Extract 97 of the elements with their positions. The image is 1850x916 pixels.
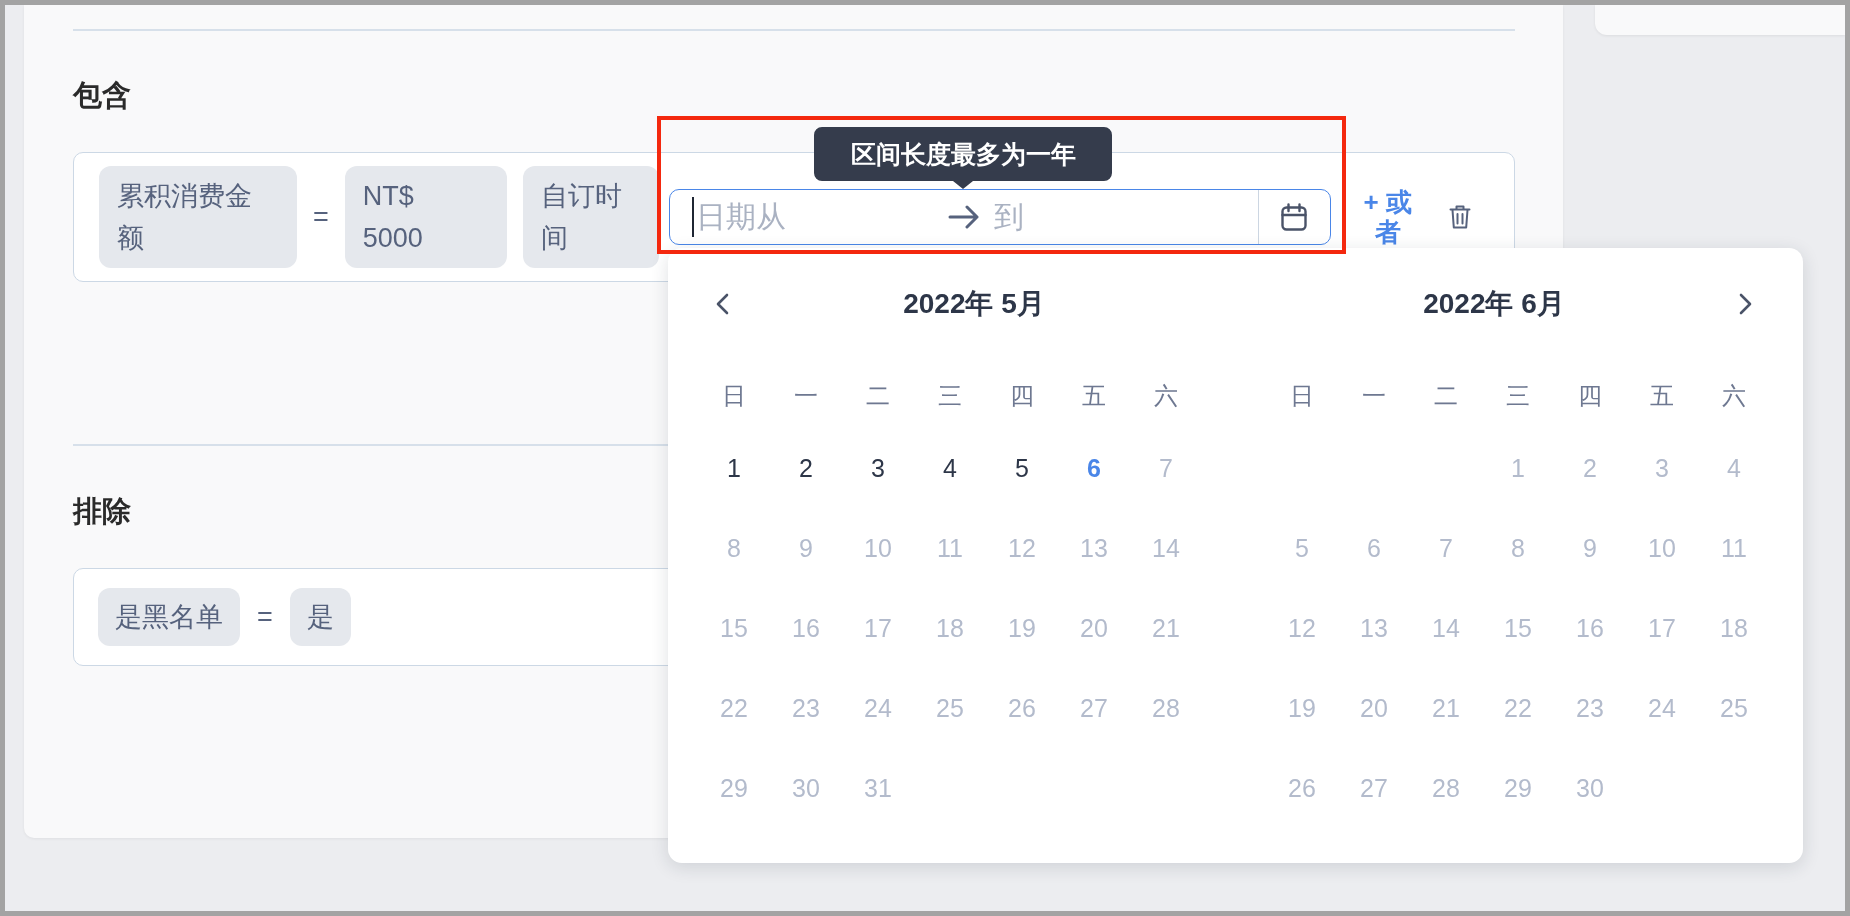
weekday-label: 二 <box>1434 381 1458 411</box>
calendar-day: 20 <box>1072 606 1116 650</box>
calendar-day: 21 <box>1424 686 1468 730</box>
chevron-right-icon[interactable] <box>1739 293 1753 315</box>
month-title: 2022年 6月 <box>1422 287 1566 321</box>
weekday-label: 五 <box>1650 381 1674 411</box>
calendar-day: 2 <box>1568 446 1612 490</box>
calendar-day: 30 <box>1568 766 1612 810</box>
calendar-day: 18 <box>1712 606 1756 650</box>
calendar-day: 18 <box>928 606 972 650</box>
condition-tag: 累积消费金额 <box>99 166 297 268</box>
calendar-day: 17 <box>1640 606 1684 650</box>
condition-tag: 自订时间 <box>522 166 659 268</box>
end-date-input[interactable]: 到 <box>993 197 1258 237</box>
weekday-label: 日 <box>1290 381 1314 411</box>
calendar-day: 29 <box>712 766 756 810</box>
calendar-day: 6 <box>1352 526 1396 570</box>
calendar-day: 8 <box>1496 526 1540 570</box>
calendar-day: 26 <box>1280 766 1324 810</box>
calendar-day[interactable]: 4 <box>928 446 972 490</box>
weekday-label: 日 <box>722 381 746 411</box>
calendar-day: 23 <box>1568 686 1612 730</box>
calendar-day: 4 <box>1712 446 1756 490</box>
arrow-right-icon <box>947 205 980 229</box>
condition-tag: 是黑名单 <box>98 588 240 646</box>
condition-tag: 是 <box>289 588 351 646</box>
calendar-day: 25 <box>928 686 972 730</box>
calendar-day: 28 <box>1144 686 1188 730</box>
operator-symbol: = <box>313 201 329 233</box>
weekday-label: 五 <box>1082 381 1106 411</box>
calendar-day: 22 <box>1496 686 1540 730</box>
weekday-label: 四 <box>1578 381 1602 411</box>
calendar-day: 31 <box>856 766 900 810</box>
calendar-day: 14 <box>1144 526 1188 570</box>
calendar-day: 12 <box>1000 526 1044 570</box>
calendar-day: 3 <box>1640 446 1684 490</box>
calendar-day[interactable]: 5 <box>1000 446 1044 490</box>
calendar-day: 19 <box>1000 606 1044 650</box>
section-heading: 排除 <box>73 494 132 529</box>
weekday-label: 二 <box>866 381 890 411</box>
calendar-day: 20 <box>1352 686 1396 730</box>
calendar-day: 28 <box>1424 766 1468 810</box>
calendar-day: 30 <box>784 766 828 810</box>
calendar-day[interactable]: 2 <box>784 446 828 490</box>
calendar-day: 29 <box>1496 766 1540 810</box>
calendar-day[interactable]: 1 <box>712 446 756 490</box>
calendar-icon <box>1281 203 1308 231</box>
weekday-label: 三 <box>1506 381 1530 411</box>
calendar-day: 24 <box>1640 686 1684 730</box>
operator-symbol: = <box>257 601 273 633</box>
calendar-day: 13 <box>1352 606 1396 650</box>
tooltip: 区间长度最多为一年 <box>814 127 1112 189</box>
calendar-day: 5 <box>1280 526 1324 570</box>
calendar-day: 25 <box>1712 686 1756 730</box>
weekday-label: 四 <box>1010 381 1034 411</box>
calendar-day: 7 <box>1424 526 1468 570</box>
condition-tag: NT$ 5000 <box>344 166 507 268</box>
trash-icon[interactable] <box>1448 204 1471 230</box>
calendar-day: 10 <box>1640 526 1684 570</box>
calendar-day[interactable]: 3 <box>856 446 900 490</box>
calendar-day: 16 <box>784 606 828 650</box>
calendar-day: 14 <box>1424 606 1468 650</box>
calendar-day: 23 <box>784 686 828 730</box>
calendar-day: 11 <box>1712 526 1756 570</box>
chevron-left-icon[interactable] <box>715 293 729 315</box>
calendar-day: 15 <box>712 606 756 650</box>
calendar-day: 13 <box>1072 526 1116 570</box>
calendar-day: 27 <box>1072 686 1116 730</box>
calendar-day: 27 <box>1352 766 1396 810</box>
calendar-day: 24 <box>856 686 900 730</box>
calendar-day: 10 <box>856 526 900 570</box>
calendar-day: 22 <box>712 686 756 730</box>
calendar-day: 9 <box>1568 526 1612 570</box>
weekday-label: 六 <box>1722 381 1746 411</box>
date-range-picker[interactable]: 日期从 到 <box>668 189 1331 245</box>
section-heading: 包含 <box>73 78 132 113</box>
calendar-day: 1 <box>1496 446 1540 490</box>
weekday-label: 一 <box>794 381 818 411</box>
calendar-day: 19 <box>1280 686 1324 730</box>
calendar-day: 9 <box>784 526 828 570</box>
text-cursor-icon <box>691 197 694 237</box>
calendar-day: 12 <box>1280 606 1324 650</box>
calendar-day: 26 <box>1000 686 1044 730</box>
calendar-day: 11 <box>928 526 972 570</box>
start-date-input[interactable]: 日期从 <box>695 197 940 237</box>
weekday-label: 三 <box>938 381 962 411</box>
calendar-day: 15 <box>1496 606 1540 650</box>
calendar-day: 8 <box>712 526 756 570</box>
calendar-day: 21 <box>1144 606 1188 650</box>
month-title: 2022年 5月 <box>902 287 1046 321</box>
calendar-day: 16 <box>1568 606 1612 650</box>
or-link[interactable]: + 或者 <box>1359 187 1416 247</box>
calendar-day: 7 <box>1144 446 1188 490</box>
weekday-label: 六 <box>1154 381 1178 411</box>
calendar-day: 17 <box>856 606 900 650</box>
weekday-label: 一 <box>1362 381 1386 411</box>
calendar-day[interactable]: 6 <box>1072 446 1116 490</box>
